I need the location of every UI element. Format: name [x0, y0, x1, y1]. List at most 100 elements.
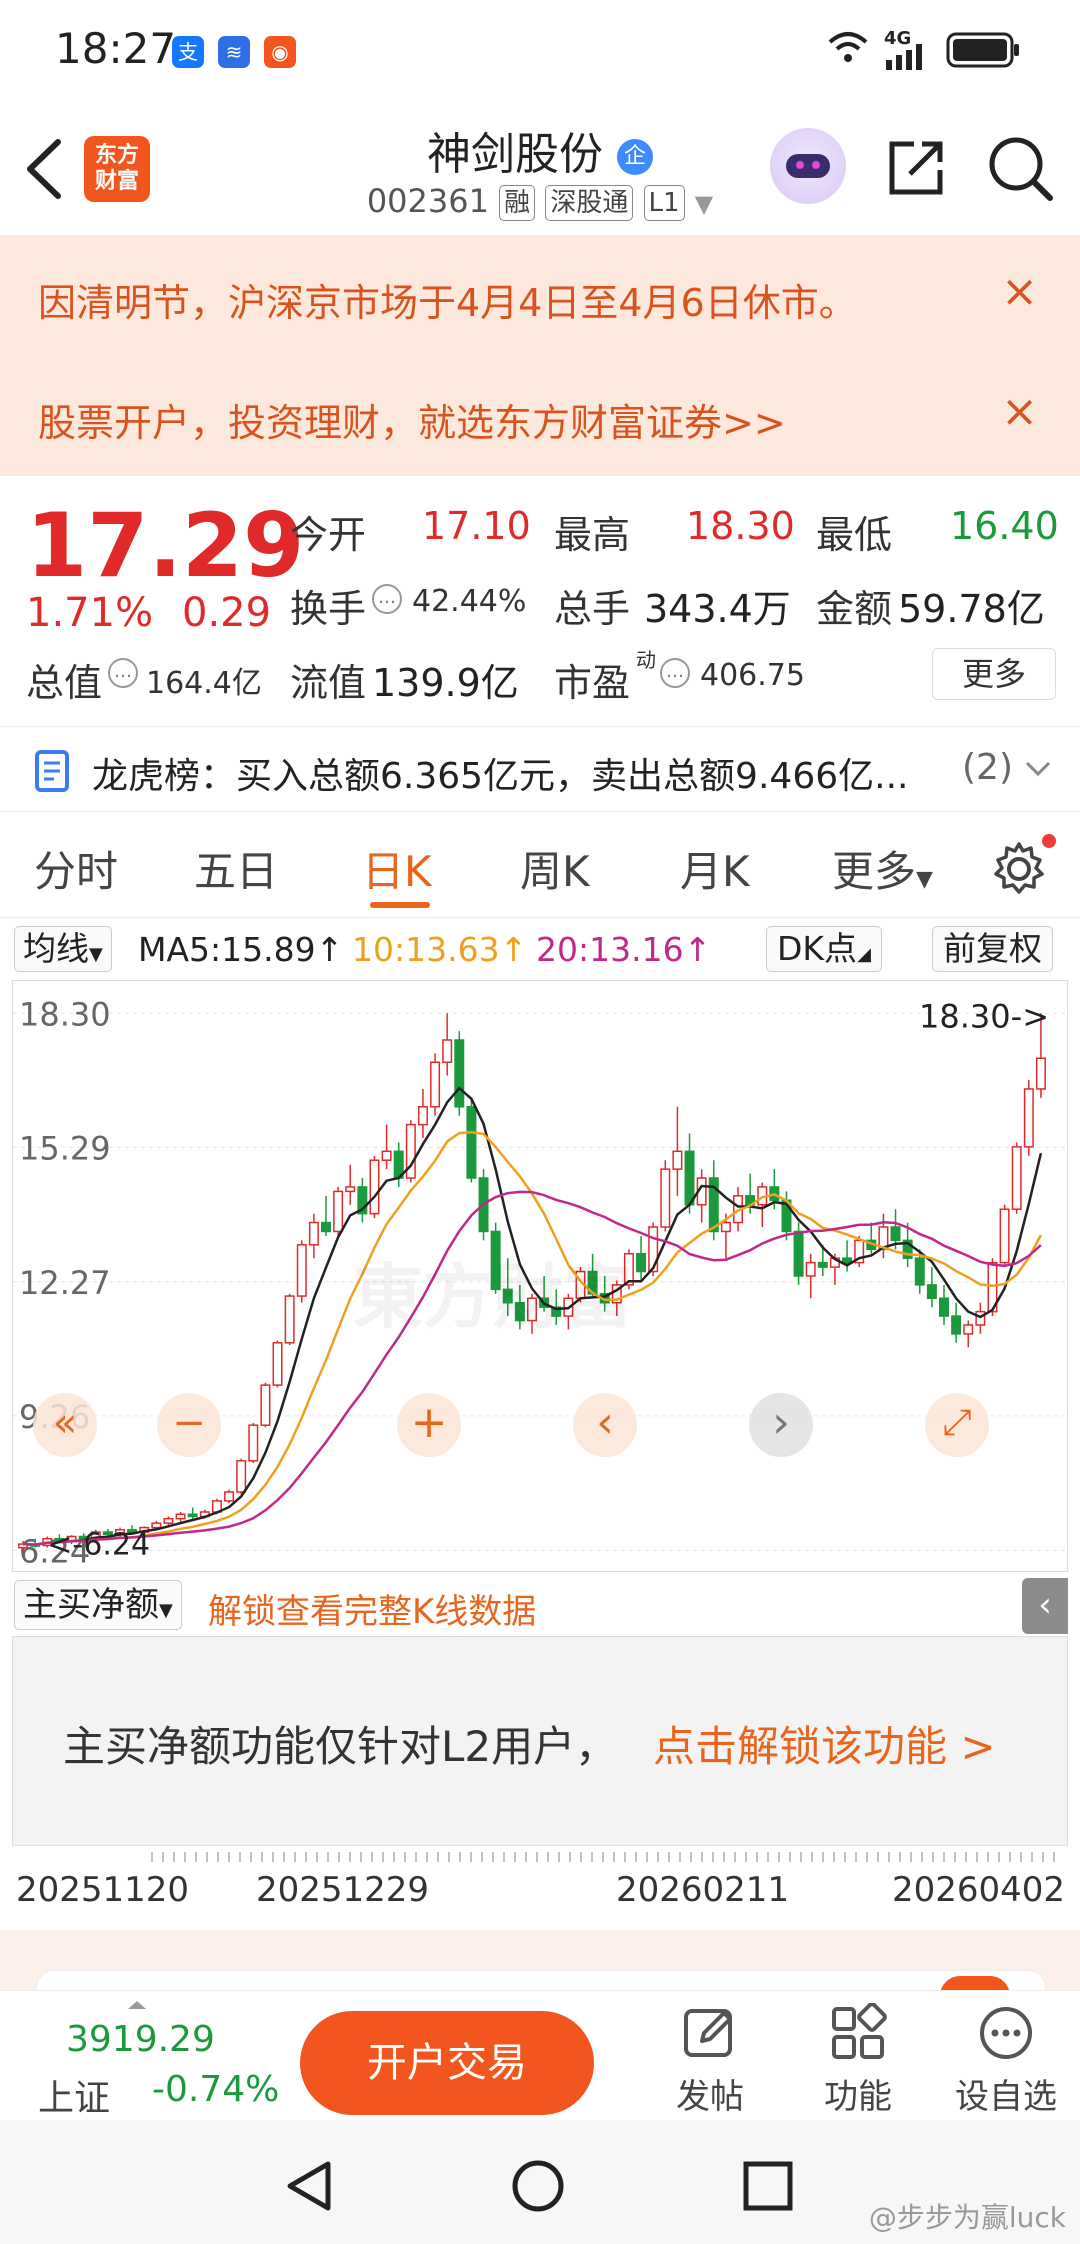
add-watchlist-button[interactable]: 设自选	[946, 2003, 1066, 2118]
candle-body	[236, 1460, 247, 1493]
candle-body	[296, 1244, 307, 1297]
dk-point-selector[interactable]: DK点◢	[766, 926, 882, 972]
candle-body	[926, 1284, 937, 1300]
content-card-peek	[0, 1930, 1080, 2000]
settings-gear-icon[interactable]	[990, 840, 1048, 898]
side-panel-toggle-button[interactable]: ‹	[1022, 1578, 1068, 1634]
stock-name: 神剑股份	[427, 129, 603, 180]
ma10-value: 10:13.63↑	[352, 930, 528, 969]
function-button[interactable]: 功能	[798, 2003, 918, 2118]
tab-more[interactable]: 更多▼	[832, 838, 933, 899]
high-price-marker: 18.30->	[919, 997, 1049, 1035]
tab-weekly-k[interactable]: 周K	[520, 838, 590, 899]
y-tick-label: 15.29	[19, 1129, 111, 1167]
low-label: 最低	[816, 513, 893, 557]
kline-chart[interactable]: 18.3015.2912.279.266.2418.30-><-6.24 東方財…	[12, 980, 1068, 1572]
chart-watermark-logo: 東方財富	[353, 1256, 633, 1338]
tab-more-caret-icon: ▼	[916, 867, 933, 892]
chevron-down-icon	[1025, 761, 1051, 777]
candle-body	[817, 1261, 828, 1268]
pe-label: 市盈	[554, 661, 631, 705]
y-tick-label: 18.30	[19, 995, 111, 1033]
total-value-info-icon[interactable]: …	[108, 658, 138, 688]
change-percent: 1.71%	[26, 590, 154, 636]
turnover-info-icon[interactable]: …	[372, 584, 402, 614]
unlock-kline-link[interactable]: 解锁查看完整K线数据	[208, 1584, 536, 1633]
candle-body	[308, 1221, 319, 1246]
index-value[interactable]: 3919.29	[66, 2019, 215, 2060]
index-change[interactable]: -0.74%	[152, 2069, 279, 2110]
status-bar: 18:27 支 ≋ ◉ 4G	[0, 0, 1080, 100]
candle-body	[963, 1324, 974, 1335]
candle-body	[454, 1039, 465, 1108]
dk-point-label: DK点	[777, 929, 858, 968]
system-nav-bar: @步步为赢luck	[0, 2120, 1080, 2244]
zoom-out-button[interactable]: −	[157, 1393, 221, 1457]
chart-tabs: 分时 五日 日K 周K 月K 更多▼	[0, 812, 1080, 918]
pe-info-icon[interactable]: …	[660, 658, 690, 688]
ma-selector[interactable]: 均线▼	[14, 926, 112, 972]
index-name[interactable]: 上证	[38, 2069, 110, 2121]
zoom-in-button[interactable]: +	[397, 1393, 461, 1457]
search-icon[interactable]	[986, 134, 1054, 202]
candle-body	[163, 1517, 174, 1524]
close-promo-button[interactable]: ×	[1001, 386, 1038, 437]
nav-back-icon[interactable]	[282, 2158, 338, 2214]
amount-label: 金额	[816, 587, 893, 631]
float-value-label: 流值	[290, 661, 367, 705]
close-holiday-notice-button[interactable]: ×	[1001, 266, 1038, 317]
nav-recents-icon[interactable]	[742, 2160, 794, 2212]
candle-body	[345, 1186, 356, 1193]
indicator-caret-icon: ▼	[159, 1600, 173, 1621]
total-value: 164.4亿	[146, 666, 262, 701]
watchlist-label: 设自选	[955, 2077, 1057, 2117]
ma5-value: MA5:15.89↑	[138, 930, 344, 969]
fullscreen-button[interactable]: ⤢	[925, 1393, 989, 1457]
tab-five-day[interactable]: 五日	[194, 838, 278, 899]
indicator-selector[interactable]: 主买净额▼	[14, 1580, 182, 1630]
candle-body	[417, 1106, 428, 1126]
tab-monthly-k[interactable]: 月K	[680, 838, 750, 899]
candle-body	[1023, 1088, 1034, 1148]
ma-selector-caret-icon: ▼	[89, 944, 103, 965]
open-account-trade-button[interactable]: 开户交易	[300, 2011, 594, 2115]
scroll-right-button[interactable]: ›	[749, 1393, 813, 1457]
tab-intraday[interactable]: 分时	[34, 838, 118, 899]
candle-body	[684, 1150, 695, 1206]
robot-assistant-icon[interactable]	[770, 128, 846, 204]
candle-body	[1035, 1057, 1046, 1090]
tab-daily-k[interactable]: 日K	[362, 838, 432, 899]
candle-body	[720, 1221, 731, 1233]
grid-icon	[832, 2003, 887, 2059]
candle-body	[660, 1168, 671, 1228]
post-button[interactable]: 发帖	[650, 2003, 770, 2118]
candle-body	[224, 1491, 235, 1502]
connect-tag: 深股通	[545, 185, 634, 221]
adjust-selector[interactable]: 前复权	[932, 926, 1053, 972]
scroll-left-fast-button[interactable]: «	[33, 1393, 97, 1457]
candle-body	[321, 1221, 331, 1233]
candle-body	[939, 1297, 949, 1317]
nav-home-icon[interactable]	[510, 2158, 566, 2214]
more-dots-icon	[980, 2007, 1032, 2059]
amount-value: 59.78亿	[898, 587, 1045, 631]
battery-icon	[946, 32, 1019, 68]
account-promo-link[interactable]: 股票开户，投资理财，就选东方财富证券>>	[38, 392, 786, 447]
candle-body	[260, 1384, 271, 1426]
change-amount: 0.29	[182, 590, 272, 636]
unlock-l2-link[interactable]: 点击解锁该功能 >	[653, 1713, 996, 1774]
dragon-tiger-banner[interactable]: 龙虎榜：买入总额6.365亿元，卖出总额9.466亿... (2)	[0, 726, 1080, 812]
y-tick-label: 12.27	[19, 1264, 111, 1302]
more-quote-button[interactable]: 更多	[932, 648, 1056, 700]
candle-body	[914, 1257, 925, 1286]
share-icon[interactable]	[884, 136, 948, 200]
scroll-left-button[interactable]: ‹	[573, 1393, 637, 1457]
pe-value: 406.75	[700, 658, 805, 693]
candle-body	[890, 1226, 901, 1242]
caret-up-icon	[128, 2001, 146, 2009]
candle-body	[333, 1190, 344, 1233]
stock-code: 002361	[366, 182, 489, 220]
settings-notification-dot	[1042, 834, 1056, 848]
date-axis-ticks	[151, 1852, 1055, 1862]
candle-body	[1011, 1146, 1022, 1210]
